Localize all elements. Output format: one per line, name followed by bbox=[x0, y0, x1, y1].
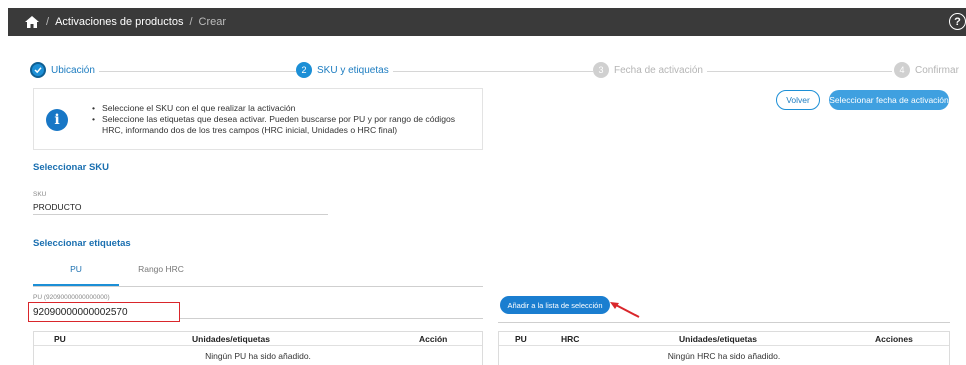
column-header: PU bbox=[54, 334, 66, 344]
sku-field-underline bbox=[33, 214, 328, 215]
breadcrumb-section[interactable]: Activaciones de productos bbox=[55, 16, 183, 28]
column-header: Unidades/etiquetas bbox=[679, 334, 757, 344]
red-arrow-icon bbox=[610, 302, 640, 318]
step-confirmar[interactable]: 4 Confirmar bbox=[894, 62, 963, 78]
table-header: PU HRC Unidades/etiquetas Acciones bbox=[499, 332, 949, 346]
sku-field[interactable]: PRODUCTO bbox=[33, 202, 82, 212]
breadcrumb-separator: / bbox=[46, 16, 50, 28]
step-label: SKU y etiquetas bbox=[317, 64, 389, 76]
empty-message: Ningún PU ha sido añadido. bbox=[205, 351, 311, 361]
info-bullet: Seleccione el SKU con el que realizar la… bbox=[92, 103, 472, 114]
stepper: Ubicación 2 SKU y etiquetas 3 Fecha de a… bbox=[30, 62, 963, 80]
column-header: PU bbox=[515, 334, 527, 344]
pu-table: PU Unidades/etiquetas Acción Ningún PU h… bbox=[33, 331, 483, 365]
info-bullet: Seleccione las etiquetas que desea activ… bbox=[92, 114, 472, 136]
table-header: PU Unidades/etiquetas Acción bbox=[34, 332, 482, 346]
step-sku-etiquetas[interactable]: 2 SKU y etiquetas bbox=[296, 62, 393, 78]
tab-bar: PU Rango HRC bbox=[33, 264, 203, 286]
step-label: Confirmar bbox=[915, 64, 959, 76]
info-list: Seleccione el SKU con el que realizar la… bbox=[92, 103, 472, 136]
step-connector bbox=[690, 71, 892, 72]
sku-section-title: Seleccionar SKU bbox=[33, 162, 110, 173]
step-connector bbox=[90, 71, 330, 72]
step-ubicacion[interactable]: Ubicación bbox=[30, 62, 99, 78]
help-icon[interactable]: ? bbox=[949, 13, 966, 30]
top-bar: / Activaciones de productos / Crear ? bbox=[8, 8, 966, 36]
column-header: Acciones bbox=[875, 334, 913, 344]
step-connector bbox=[388, 71, 598, 72]
info-icon: i bbox=[46, 109, 68, 131]
home-icon[interactable] bbox=[24, 14, 40, 30]
breadcrumb-separator: / bbox=[189, 16, 193, 28]
hrc-table: PU HRC Unidades/etiquetas Acciones Ningú… bbox=[498, 331, 950, 365]
tab-divider bbox=[33, 286, 483, 287]
column-header: Acción bbox=[419, 334, 448, 344]
step-number: 4 bbox=[894, 62, 910, 78]
pu-field-underline bbox=[180, 318, 483, 319]
step-number: 2 bbox=[296, 62, 312, 78]
breadcrumb-current: Crear bbox=[198, 16, 227, 28]
sku-field-label: SKU bbox=[33, 191, 47, 198]
step-label: Fecha de activación bbox=[614, 64, 703, 76]
add-to-selection-button[interactable]: Añadir a la lista de selección bbox=[500, 296, 610, 314]
tab-rango-hrc[interactable]: Rango HRC bbox=[119, 264, 203, 286]
back-button[interactable]: Volver bbox=[776, 90, 820, 110]
column-header: HRC bbox=[561, 334, 580, 344]
pu-input[interactable] bbox=[28, 302, 180, 322]
step-label: Ubicación bbox=[51, 64, 95, 76]
column-header: Unidades/etiquetas bbox=[192, 334, 270, 344]
info-box: i Seleccione el SKU con el que realizar … bbox=[33, 88, 483, 150]
step-number: 3 bbox=[593, 62, 609, 78]
check-icon bbox=[30, 62, 46, 78]
select-date-button[interactable]: Seleccionar fecha de activación bbox=[829, 90, 949, 110]
labels-section-title: Seleccionar etiquetas bbox=[33, 238, 131, 249]
pu-field-label: PU (92090000000000000) bbox=[33, 294, 110, 301]
empty-message: Ningún HRC ha sido añadido. bbox=[667, 351, 781, 361]
tab-pu[interactable]: PU bbox=[33, 264, 119, 286]
section-divider bbox=[498, 322, 950, 323]
step-fecha-activacion[interactable]: 3 Fecha de activación bbox=[593, 62, 707, 78]
